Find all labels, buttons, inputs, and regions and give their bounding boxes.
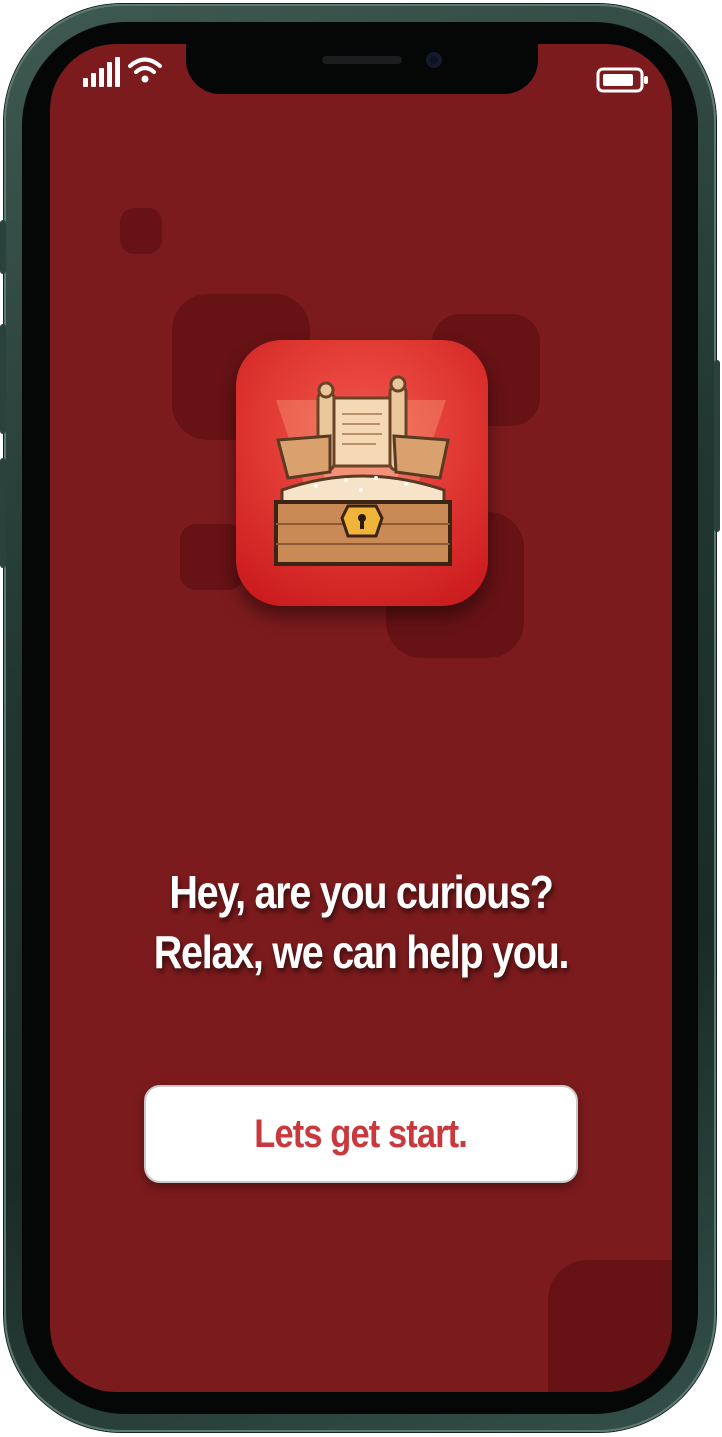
volume-down-button xyxy=(0,458,6,568)
cellular-signal-icon xyxy=(83,57,120,87)
battery-icon xyxy=(596,67,648,93)
power-button xyxy=(714,360,720,532)
decor-square xyxy=(180,524,244,590)
headline-line-2: Relax, we can help you. xyxy=(153,926,570,978)
mute-switch xyxy=(0,220,6,274)
earpiece-speaker xyxy=(322,56,402,64)
front-camera xyxy=(426,52,442,68)
get-started-label: Lets get start. xyxy=(254,1111,469,1156)
headline-line-1: Hey, are you curious? xyxy=(169,866,554,918)
treasure-chest-scroll-icon xyxy=(236,340,488,606)
decor-square xyxy=(120,208,162,254)
onboarding-screen: Hey, are you curious? Relax, we can help… xyxy=(50,44,672,1392)
volume-up-button xyxy=(0,324,6,434)
decor-square xyxy=(548,1260,672,1392)
get-started-button[interactable]: Lets get start. xyxy=(144,1085,578,1183)
notch xyxy=(186,44,538,94)
wifi-icon xyxy=(128,57,162,83)
onboarding-headline: Hey, are you curious? Relax, we can help… xyxy=(50,862,672,982)
